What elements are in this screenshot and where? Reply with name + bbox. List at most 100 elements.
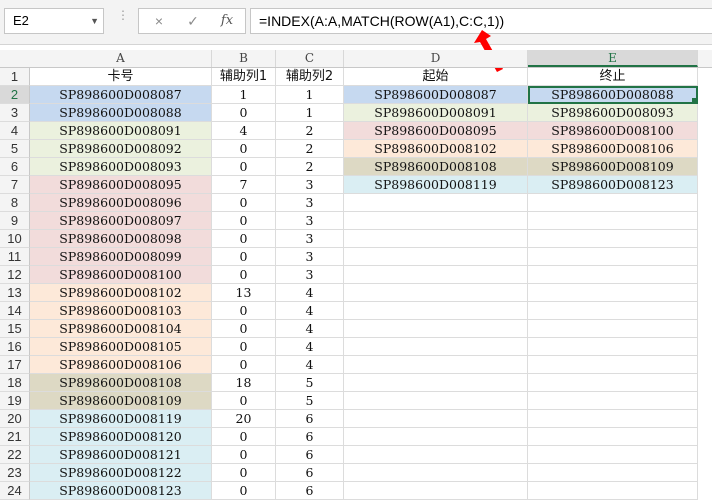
cell-c8[interactable]: 3 <box>276 194 344 212</box>
cell-b9[interactable]: 0 <box>212 212 276 230</box>
cell-e24[interactable] <box>528 482 698 500</box>
cell-b4[interactable]: 4 <box>212 122 276 140</box>
cell-e6[interactable]: SP898600D008109 <box>528 158 698 176</box>
cell-d12[interactable] <box>344 266 528 284</box>
cell-b13[interactable]: 13 <box>212 284 276 302</box>
cell-a22[interactable]: SP898600D008121 <box>30 446 212 464</box>
cell-c17[interactable]: 4 <box>276 356 344 374</box>
cell-c6[interactable]: 2 <box>276 158 344 176</box>
cell-a5[interactable]: SP898600D008092 <box>30 140 212 158</box>
cell-a6[interactable]: SP898600D008093 <box>30 158 212 176</box>
cell-e9[interactable] <box>528 212 698 230</box>
cell-a15[interactable]: SP898600D008104 <box>30 320 212 338</box>
cell-a1[interactable]: 卡号 <box>30 68 212 86</box>
cell-b5[interactable]: 0 <box>212 140 276 158</box>
cell-a20[interactable]: SP898600D008119 <box>30 410 212 428</box>
cell-e12[interactable] <box>528 266 698 284</box>
cell-a23[interactable]: SP898600D008122 <box>30 464 212 482</box>
cancel-icon[interactable]: × <box>145 11 173 31</box>
cell-a3[interactable]: SP898600D008088 <box>30 104 212 122</box>
cell-a18[interactable]: SP898600D008108 <box>30 374 212 392</box>
cell-c1[interactable]: 辅助列2 <box>276 68 344 86</box>
cell-c5[interactable]: 2 <box>276 140 344 158</box>
cell-a7[interactable]: SP898600D008095 <box>30 176 212 194</box>
cell-c15[interactable]: 4 <box>276 320 344 338</box>
cell-a2[interactable]: SP898600D008087 <box>30 86 212 104</box>
cell-b8[interactable]: 0 <box>212 194 276 212</box>
row-header[interactable]: 20 <box>0 410 30 428</box>
drag-handle-icon[interactable]: ⋮ <box>117 9 129 21</box>
row-header[interactable]: 14 <box>0 302 30 320</box>
cell-b24[interactable]: 0 <box>212 482 276 500</box>
cell-e7[interactable]: SP898600D008123 <box>528 176 698 194</box>
row-header[interactable]: 8 <box>0 194 30 212</box>
row-header[interactable]: 23 <box>0 464 30 482</box>
cell-c19[interactable]: 5 <box>276 392 344 410</box>
cell-e11[interactable] <box>528 248 698 266</box>
cell-b20[interactable]: 20 <box>212 410 276 428</box>
row-header[interactable]: 22 <box>0 446 30 464</box>
row-header[interactable]: 3 <box>0 104 30 122</box>
cell-e14[interactable] <box>528 302 698 320</box>
row-header[interactable]: 6 <box>0 158 30 176</box>
cell-b14[interactable]: 0 <box>212 302 276 320</box>
cell-e20[interactable] <box>528 410 698 428</box>
cell-e16[interactable] <box>528 338 698 356</box>
cell-e1[interactable]: 终止 <box>528 68 698 86</box>
cell-d11[interactable] <box>344 248 528 266</box>
cell-c3[interactable]: 1 <box>276 104 344 122</box>
cell-d6[interactable]: SP898600D008108 <box>344 158 528 176</box>
row-header[interactable]: 19 <box>0 392 30 410</box>
name-box[interactable]: E2 ▼ <box>4 8 104 34</box>
row-header[interactable]: 16 <box>0 338 30 356</box>
column-header-e[interactable]: E <box>528 50 698 67</box>
cell-d3[interactable]: SP898600D008091 <box>344 104 528 122</box>
cell-e2[interactable]: SP898600D008088 <box>528 86 698 104</box>
cell-a4[interactable]: SP898600D008091 <box>30 122 212 140</box>
cell-b6[interactable]: 0 <box>212 158 276 176</box>
cell-e23[interactable] <box>528 464 698 482</box>
cell-d21[interactable] <box>344 428 528 446</box>
cell-c23[interactable]: 6 <box>276 464 344 482</box>
cell-c10[interactable]: 3 <box>276 230 344 248</box>
cell-a11[interactable]: SP898600D008099 <box>30 248 212 266</box>
row-header[interactable]: 11 <box>0 248 30 266</box>
cell-a17[interactable]: SP898600D008106 <box>30 356 212 374</box>
cell-c14[interactable]: 4 <box>276 302 344 320</box>
cell-b21[interactable]: 0 <box>212 428 276 446</box>
cell-d8[interactable] <box>344 194 528 212</box>
cell-a12[interactable]: SP898600D008100 <box>30 266 212 284</box>
cell-e5[interactable]: SP898600D008106 <box>528 140 698 158</box>
cell-a8[interactable]: SP898600D008096 <box>30 194 212 212</box>
cell-b2[interactable]: 1 <box>212 86 276 104</box>
cell-a9[interactable]: SP898600D008097 <box>30 212 212 230</box>
cell-d4[interactable]: SP898600D008095 <box>344 122 528 140</box>
cell-d20[interactable] <box>344 410 528 428</box>
row-header[interactable]: 9 <box>0 212 30 230</box>
cell-d18[interactable] <box>344 374 528 392</box>
cell-c9[interactable]: 3 <box>276 212 344 230</box>
column-header-d[interactable]: D <box>344 50 528 67</box>
cell-b1[interactable]: 辅助列1 <box>212 68 276 86</box>
cell-d22[interactable] <box>344 446 528 464</box>
row-header[interactable]: 10 <box>0 230 30 248</box>
cell-b11[interactable]: 0 <box>212 248 276 266</box>
cell-e18[interactable] <box>528 374 698 392</box>
cell-b19[interactable]: 0 <box>212 392 276 410</box>
cell-e15[interactable] <box>528 320 698 338</box>
cell-c7[interactable]: 3 <box>276 176 344 194</box>
cell-e17[interactable] <box>528 356 698 374</box>
cell-c20[interactable]: 6 <box>276 410 344 428</box>
cell-a13[interactable]: SP898600D008102 <box>30 284 212 302</box>
cell-e10[interactable] <box>528 230 698 248</box>
cell-d2[interactable]: SP898600D008087 <box>344 86 528 104</box>
cell-e3[interactable]: SP898600D008093 <box>528 104 698 122</box>
cell-d16[interactable] <box>344 338 528 356</box>
row-header[interactable]: 5 <box>0 140 30 158</box>
row-header[interactable]: 15 <box>0 320 30 338</box>
cell-d1[interactable]: 起始 <box>344 68 528 86</box>
cell-b10[interactable]: 0 <box>212 230 276 248</box>
row-header[interactable]: 17 <box>0 356 30 374</box>
cell-d5[interactable]: SP898600D008102 <box>344 140 528 158</box>
cell-b18[interactable]: 18 <box>212 374 276 392</box>
